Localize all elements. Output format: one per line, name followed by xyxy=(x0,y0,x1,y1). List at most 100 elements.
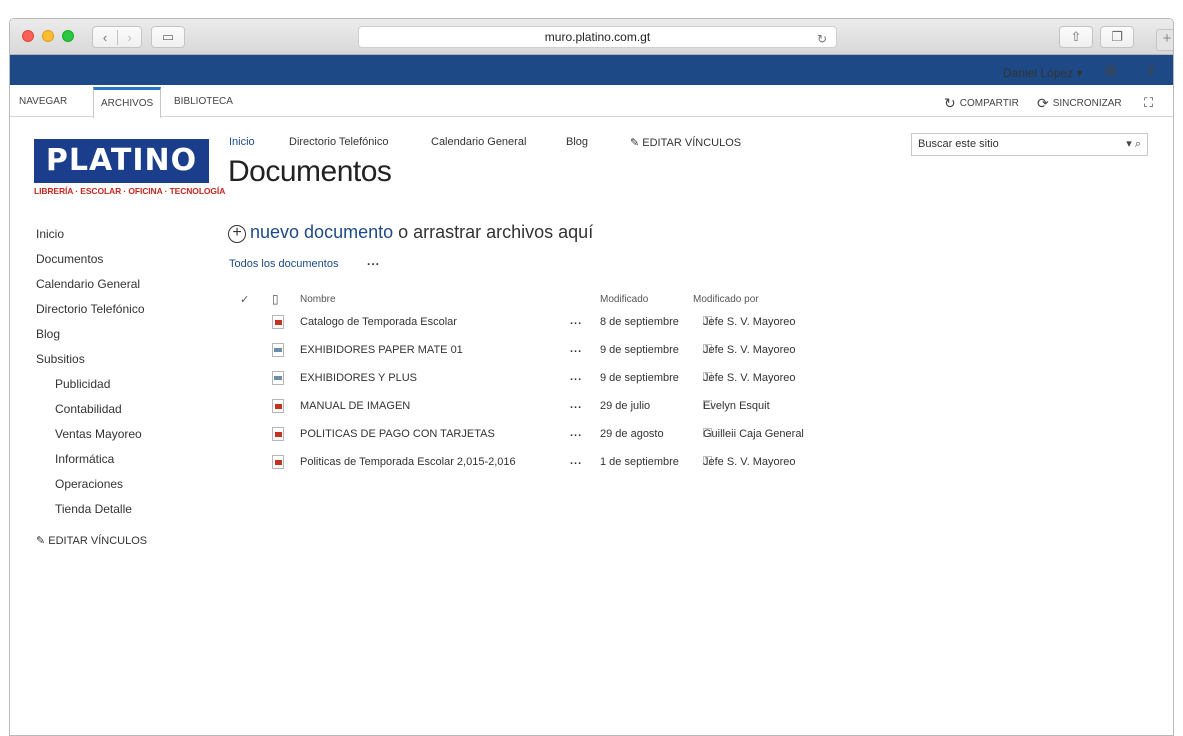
focus-content-icon[interactable]: ⛶ xyxy=(1144,95,1153,111)
pencil-icon: ✎ xyxy=(630,137,640,149)
tab-navegar[interactable]: NAVEGAR xyxy=(12,87,74,117)
browser-toolbar: ‹ › ▭ muro.platino.com.gt ↻ ⇧ ❐ + xyxy=(10,19,1173,55)
modified-by-name[interactable]: Jefe S. V. Mayoreo xyxy=(703,316,796,328)
new-document-link[interactable]: nuevo documento xyxy=(250,222,393,242)
scope-dropdown-icon[interactable]: ▾ xyxy=(1126,138,1132,150)
leftnav-item-blog[interactable]: Blog xyxy=(36,322,145,347)
file-name[interactable]: Politicas de Temporada Escolar 2,015-2,0… xyxy=(300,456,516,468)
sync-label: SINCRONIZAR xyxy=(1052,98,1122,109)
tab-archivos[interactable]: ARCHIVOS xyxy=(93,87,162,118)
row-menu[interactable]: ... xyxy=(570,455,582,467)
image-icon xyxy=(272,371,284,385)
back-forward-buttons[interactable]: ‹ › xyxy=(92,26,142,48)
search-controls: ▾ ⌕ xyxy=(1126,137,1141,151)
modified-by-name[interactable]: Jefe S. V. Mayoreo xyxy=(703,372,796,384)
tab-biblioteca[interactable]: BIBLIOTECA xyxy=(167,87,240,117)
modified-by-name[interactable]: Jefe S. V. Mayoreo xyxy=(703,344,796,356)
leftnav-sub-ventas-mayoreo[interactable]: Ventas Mayoreo xyxy=(36,422,145,447)
file-name[interactable]: POLITICAS DE PAGO CON TARJETAS xyxy=(300,428,495,440)
row-menu[interactable]: ... xyxy=(570,343,582,355)
edit-links-left[interactable]: ✎ EDITAR VÍNCULOS xyxy=(36,534,147,547)
close-window-button[interactable] xyxy=(22,30,34,42)
leftnav-sub-contabilidad[interactable]: Contabilidad xyxy=(36,397,145,422)
modified-by-name[interactable]: Guilleii Caja General xyxy=(703,428,804,440)
row-modified: 9 de septiembre xyxy=(600,344,679,356)
leftnav-item-documentos[interactable]: Documentos xyxy=(36,247,145,272)
help-icon[interactable]: ? xyxy=(1146,63,1155,79)
sync-icon: ⟳ xyxy=(1037,95,1049,111)
view-all-documents[interactable]: Todos los documentos xyxy=(229,258,338,270)
topnav-edit-links[interactable]: ✎ EDITAR VÍNCULOS xyxy=(630,136,741,149)
file-name[interactable]: EXHIBIDORES PAPER MATE 01 xyxy=(300,344,463,356)
zoom-window-button[interactable] xyxy=(62,30,74,42)
user-menu[interactable]: Daniel López ▾ xyxy=(1003,66,1082,80)
table-row[interactable]: EXHIBIDORES Y PLUS ... 9 de septiembre J… xyxy=(228,365,828,393)
col-name[interactable]: Nombre xyxy=(300,294,336,305)
row-modified: 8 de septiembre xyxy=(600,316,679,328)
new-document-area: + nuevo documento o arrastrar archivos aq… xyxy=(228,222,593,243)
pencil-icon: ✎ xyxy=(36,535,46,547)
row-menu[interactable]: ... xyxy=(570,315,582,327)
plus-circle-icon[interactable]: + xyxy=(228,225,246,243)
col-modified-by[interactable]: Modificado por xyxy=(693,294,759,305)
file-name[interactable]: MANUAL DE IMAGEN xyxy=(300,400,410,412)
leftnav-item-directorio[interactable]: Directorio Telefónico xyxy=(36,297,145,322)
table-row[interactable]: Politicas de Temporada Escolar 2,015-2,0… xyxy=(228,449,828,477)
reload-icon[interactable]: ↻ xyxy=(817,29,827,49)
site-logo[interactable]: PLATINO LIBRERÍA · ESCOLAR · OFICINA · T… xyxy=(34,139,225,201)
search-icon[interactable]: ⌕ xyxy=(1135,138,1141,150)
file-type-icon: ▯ xyxy=(272,292,279,306)
share-circle-icon: ↻ xyxy=(944,95,956,111)
col-modified[interactable]: Modificado xyxy=(600,294,648,305)
table-header: ✓ ▯ Nombre Modificado Modificado por xyxy=(228,289,828,309)
topnav-blog[interactable]: Blog xyxy=(566,136,588,148)
minimize-window-button[interactable] xyxy=(42,30,54,42)
quick-launch: Inicio Documentos Calendario General Dir… xyxy=(36,222,145,522)
row-menu[interactable]: ... xyxy=(570,371,582,383)
leftnav-sub-informatica[interactable]: Informática xyxy=(36,447,145,472)
back-icon[interactable]: ‹ xyxy=(93,30,117,45)
search-input[interactable]: Buscar este sitio xyxy=(918,138,999,150)
topnav-directorio[interactable]: Directorio Telefónico xyxy=(289,136,388,148)
ribbon-tabs: NAVEGAR ARCHIVOS BIBLIOTECA ↻ COMPARTIR … xyxy=(10,87,1173,118)
share-action[interactable]: ↻ COMPARTIR xyxy=(944,95,1019,112)
table-row[interactable]: MANUAL DE IMAGEN ... 29 de julio Evelyn … xyxy=(228,393,828,421)
select-all-check-icon[interactable]: ✓ xyxy=(240,293,249,306)
view-more-ellipsis[interactable]: ... xyxy=(367,254,380,268)
topnav-edit-label: EDITAR VÍNCULOS xyxy=(642,137,742,149)
row-menu[interactable]: ... xyxy=(570,399,582,411)
sync-action[interactable]: ⟳ SINCRONIZAR xyxy=(1037,95,1122,112)
search-box[interactable]: Buscar este sitio ▾ ⌕ xyxy=(911,133,1148,156)
file-name[interactable]: Catalogo de Temporada Escolar xyxy=(300,316,457,328)
topnav-inicio[interactable]: Inicio xyxy=(229,136,255,148)
modified-by-name[interactable]: Jefe S. V. Mayoreo xyxy=(703,456,796,468)
share-icon: ⇧ xyxy=(1070,29,1082,44)
forward-icon[interactable]: › xyxy=(116,29,141,45)
address-bar[interactable]: muro.platino.com.gt ↻ xyxy=(358,26,837,48)
leftnav-sub-tienda-detalle[interactable]: Tienda Detalle xyxy=(36,497,145,522)
address-url: muro.platino.com.gt xyxy=(544,30,651,44)
leftnav-sub-operaciones[interactable]: Operaciones xyxy=(36,472,145,497)
leftnav-item-calendario[interactable]: Calendario General xyxy=(36,272,145,297)
row-modified: 29 de agosto xyxy=(600,428,664,440)
share-button[interactable]: ⇧ xyxy=(1059,26,1093,48)
topnav-calendario[interactable]: Calendario General xyxy=(431,136,526,148)
file-name[interactable]: EXHIBIDORES Y PLUS xyxy=(300,372,417,384)
table-row[interactable]: Catalogo de Temporada Escolar ... 8 de s… xyxy=(228,309,828,337)
leftnav-item-inicio[interactable]: Inicio xyxy=(36,222,145,247)
table-row[interactable]: EXHIBIDORES PAPER MATE 01 ... 9 de septi… xyxy=(228,337,828,365)
show-tabs-button[interactable]: ❐ xyxy=(1100,26,1134,48)
image-icon xyxy=(272,343,284,357)
tabs-icon: ❐ xyxy=(1111,29,1123,44)
modified-by-name[interactable]: Evelyn Esquit xyxy=(703,400,770,412)
row-menu[interactable]: ... xyxy=(570,427,582,439)
new-tab-button[interactable]: + xyxy=(1156,29,1173,51)
edit-links-left-label: EDITAR VÍNCULOS xyxy=(48,535,148,547)
table-row[interactable]: POLITICAS DE PAGO CON TARJETAS ... 29 de… xyxy=(228,421,828,449)
leftnav-item-subsitios[interactable]: Subsitios xyxy=(36,347,145,372)
gear-icon[interactable]: ⚙ xyxy=(1104,62,1117,80)
browser-window: ‹ › ▭ muro.platino.com.gt ↻ ⇧ ❐ + Daniel… xyxy=(9,18,1174,736)
leftnav-sub-publicidad[interactable]: Publicidad xyxy=(36,372,145,397)
sidebar-toggle-button[interactable]: ▭ xyxy=(151,26,185,48)
pdf-icon xyxy=(272,455,284,469)
